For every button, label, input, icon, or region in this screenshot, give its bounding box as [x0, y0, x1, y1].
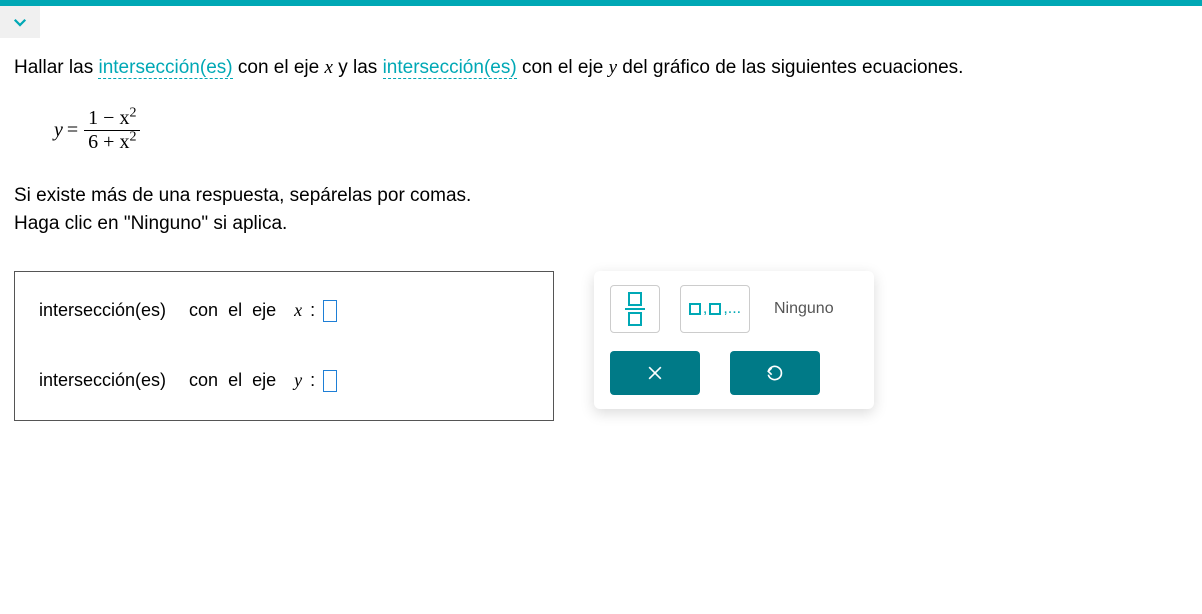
prompt-text: del gráfico de las siguientes ecuaciones… — [617, 57, 963, 78]
list-tool-button[interactable]: ,,... — [680, 285, 750, 333]
y-intercept-label-b: con el eje — [174, 370, 286, 391]
eq-num-exp: 2 — [129, 105, 136, 120]
eq-num-text: 1 − x — [88, 107, 129, 129]
equation-display: y = 1 − x2 6 + x2 — [54, 107, 1188, 154]
var-x: x — [325, 57, 333, 78]
fraction-tool-button[interactable] — [610, 285, 660, 333]
x-intercept-row: intersección(es) con el eje x : — [39, 300, 523, 322]
prompt-text: con el eje — [233, 57, 325, 78]
problem-content: Hallar las intersección(es) con el eje x… — [14, 54, 1188, 421]
math-toolbox: ,,... Ninguno — [594, 271, 874, 409]
clear-button[interactable] — [610, 351, 700, 395]
x-intercept-colon: : — [310, 300, 315, 321]
y-intercept-input[interactable] — [323, 370, 337, 392]
problem-prompt: Hallar las intersección(es) con el eje x… — [14, 54, 1188, 83]
eq-denominator: 6 + x2 — [84, 131, 140, 154]
y-intercept-label-a: intersección(es) — [39, 370, 166, 391]
instruction-line1: Si existe más de una respuesta, sepárela… — [14, 185, 471, 206]
fraction-icon — [628, 292, 642, 306]
intercept-link-y[interactable]: intersección(es) — [383, 57, 517, 79]
eq-den-exp: 2 — [129, 129, 136, 144]
eq-equals: = — [67, 119, 78, 142]
eq-numerator: 1 − x2 — [84, 107, 140, 130]
eq-den-text: 6 + x — [88, 131, 129, 153]
prompt-text: con el eje — [517, 57, 609, 78]
y-intercept-colon: : — [310, 370, 315, 391]
answer-box: intersección(es) con el eje x : intersec… — [14, 271, 554, 421]
fraction-icon — [625, 308, 645, 310]
list-icon — [689, 303, 701, 315]
toolbox-row-1: ,,... Ninguno — [610, 285, 858, 333]
x-intercept-var: x — [294, 300, 302, 321]
top-accent-bar — [0, 0, 1202, 6]
status-tab — [0, 6, 40, 38]
var-y: y — [609, 57, 617, 78]
answer-instructions: Si existe más de una respuesta, sepárela… — [14, 182, 1188, 239]
y-intercept-var: y — [294, 370, 302, 391]
answer-area: intersección(es) con el eje x : intersec… — [14, 271, 1188, 421]
none-tool-button[interactable]: Ninguno — [770, 285, 838, 333]
intercept-link-x[interactable]: intersección(es) — [98, 57, 232, 79]
x-intercept-label-a: intersección(es) — [39, 300, 166, 321]
list-icon — [709, 303, 721, 315]
close-icon — [645, 363, 665, 383]
eq-lhs: y — [54, 119, 63, 142]
undo-button[interactable] — [730, 351, 820, 395]
prompt-text: y las — [333, 57, 383, 78]
toolbox-row-2 — [610, 351, 858, 395]
undo-icon — [765, 363, 785, 383]
prompt-text: Hallar las — [14, 57, 98, 78]
fraction-icon — [628, 312, 642, 326]
x-intercept-label-b: con el eje — [174, 300, 286, 321]
instruction-line2: Haga clic en "Ninguno" si aplica. — [14, 213, 287, 234]
eq-fraction: 1 − x2 6 + x2 — [84, 107, 140, 154]
chevron-down-icon — [11, 13, 29, 31]
y-intercept-row: intersección(es) con el eje y : — [39, 370, 523, 392]
x-intercept-input[interactable] — [323, 300, 337, 322]
